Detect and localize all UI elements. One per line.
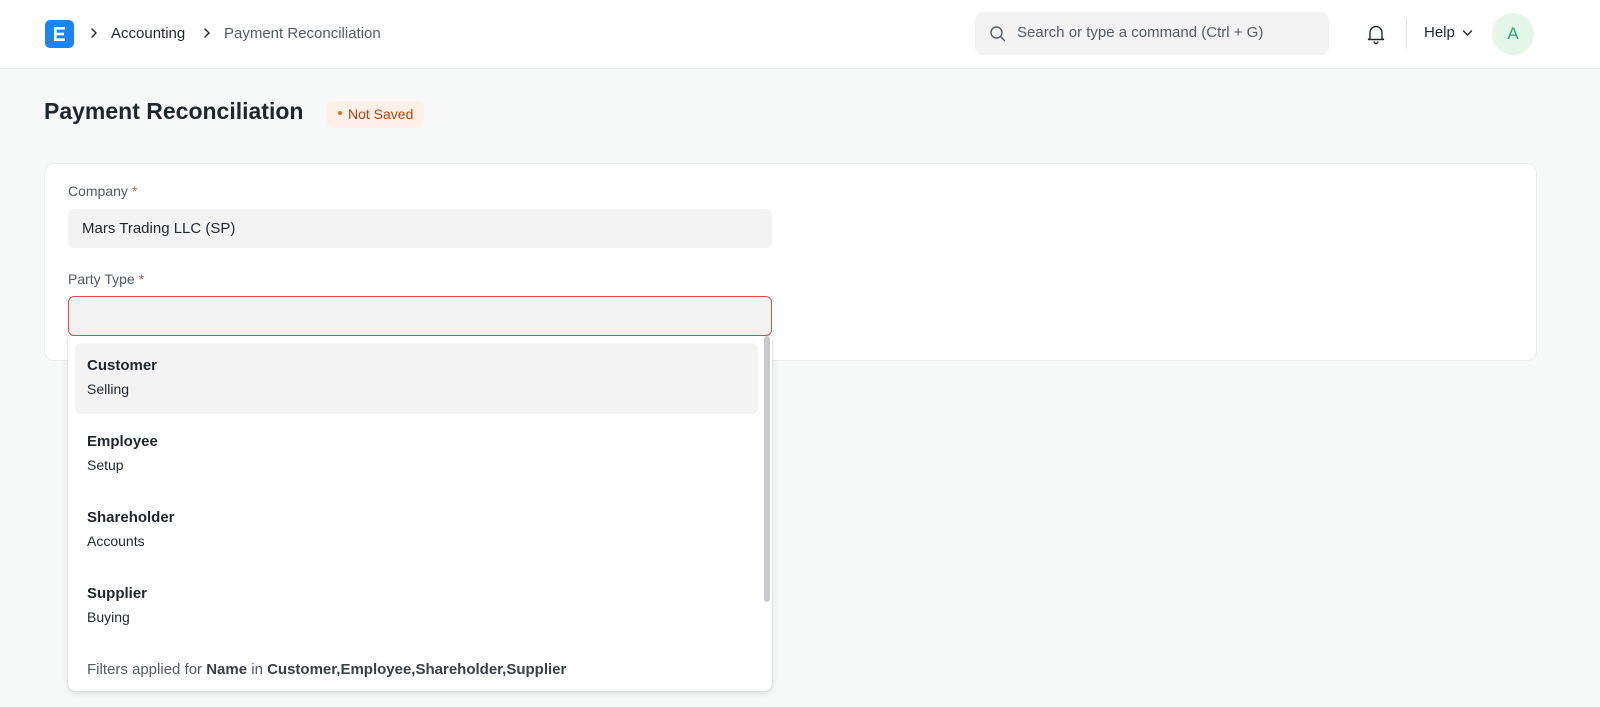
erpnext-logo-icon — [54, 27, 65, 41]
option-subtitle: Setup — [87, 457, 124, 473]
user-avatar[interactable]: A — [1492, 13, 1534, 55]
status-dot — [338, 111, 342, 116]
dropdown-option-supplier[interactable]: Supplier Buying — [75, 571, 758, 642]
party-type-dropdown: Customer Selling Employee Setup Sharehol… — [68, 336, 772, 691]
filters-applied-note: Filters applied for Name in Customer,Emp… — [87, 661, 567, 678]
breadcrumb-current[interactable]: Payment Reconciliation — [224, 24, 381, 43]
navbar: Accounting Payment Reconciliation Search… — [0, 0, 1600, 69]
dropdown-option-employee[interactable]: Employee Setup — [75, 419, 758, 490]
dropdown-option-customer[interactable]: Customer Selling — [75, 343, 758, 414]
option-title: Shareholder — [87, 509, 175, 526]
dropdown-option-shareholder[interactable]: Shareholder Accounts — [75, 495, 758, 566]
option-title: Supplier — [87, 585, 148, 602]
status-text: Not Saved — [348, 106, 414, 122]
option-subtitle: Selling — [87, 381, 130, 397]
option-title: Employee — [87, 433, 158, 450]
company-field[interactable]: Mars Trading LLC (SP) — [68, 209, 772, 248]
app-logo[interactable] — [45, 20, 74, 48]
notification-bell-icon[interactable] — [1365, 23, 1387, 45]
chevron-right-icon — [204, 28, 210, 38]
help-menu-button[interactable]: Help — [1424, 24, 1455, 41]
option-subtitle: Accounts — [87, 533, 145, 549]
party-type-label: Party Type * — [68, 271, 145, 287]
search-bar[interactable]: Search or type a command (Ctrl + G) — [975, 12, 1329, 55]
dropdown-scrollbar[interactable] — [764, 336, 770, 602]
search-icon — [990, 26, 1006, 42]
status-badge: Not Saved — [327, 101, 425, 128]
chevron-right-icon — [91, 28, 97, 38]
search-placeholder: Search or type a command (Ctrl + G) — [1017, 24, 1264, 41]
party-type-field[interactable] — [68, 296, 772, 336]
chevron-down-icon[interactable] — [1462, 29, 1473, 37]
page-title: Payment Reconciliation — [44, 98, 304, 124]
company-label: Company * — [68, 183, 138, 199]
breadcrumb-accounting[interactable]: Accounting — [111, 24, 185, 43]
option-title: Customer — [87, 357, 158, 374]
option-subtitle: Buying — [87, 609, 130, 625]
navbar-divider — [1406, 18, 1407, 49]
